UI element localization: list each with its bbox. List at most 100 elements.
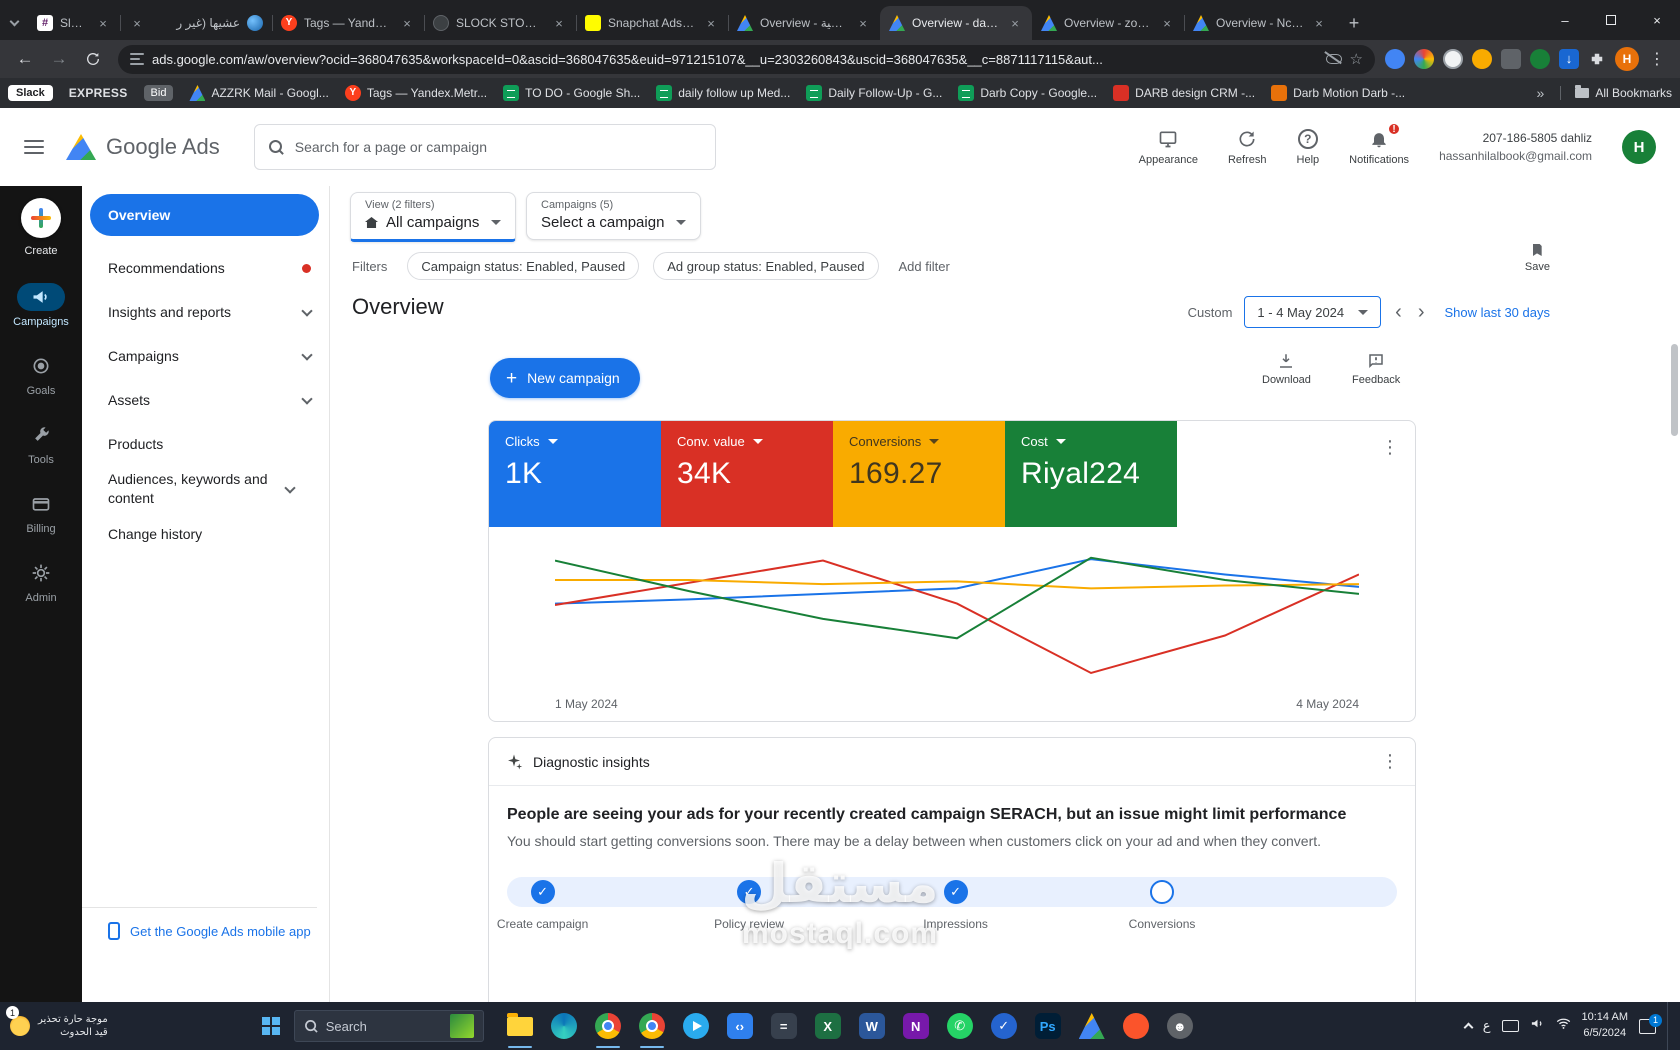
bookmark-yandex-tags[interactable]: Tags — Yandex.Metr...	[344, 85, 487, 101]
taskbar-search-box[interactable]	[293, 1010, 484, 1042]
all-bookmarks-button[interactable]: All Bookmarks	[1560, 85, 1672, 100]
browser-tab-yandex-tags[interactable]: Tags — Yandex.Me... ×	[272, 6, 424, 40]
minimize-button[interactable]: –	[1542, 0, 1588, 40]
taskbar-photoshop-icon[interactable]: Ps	[1026, 1002, 1070, 1050]
diagnostic-menu-icon[interactable]: ⋮	[1381, 751, 1399, 772]
google-ads-logo[interactable]: Google Ads	[66, 134, 220, 160]
sidebar-item-overview[interactable]: Overview	[90, 194, 319, 236]
site-settings-icon[interactable]	[130, 53, 144, 65]
main-menu-icon[interactable]	[24, 140, 44, 154]
taskbar-google-ads-icon[interactable]	[1070, 1002, 1114, 1050]
download-button[interactable]: Download	[1262, 352, 1311, 386]
browser-tab-overview-zoba[interactable]: Overview - zoba - ×	[1032, 6, 1184, 40]
taskbar-todo-icon[interactable]: ✓	[982, 1002, 1026, 1050]
tab-close-icon[interactable]: ×	[1007, 15, 1023, 31]
taskbar-vscode-icon[interactable]: ‹›	[718, 1002, 762, 1050]
dropdown-caret-icon[interactable]	[547, 439, 558, 444]
sidebar-item-change-history[interactable]: Change history	[82, 512, 329, 556]
campaign-selector[interactable]: Campaigns (5) Select a campaign	[526, 192, 702, 240]
browser-menu-icon[interactable]: ⋮	[1648, 49, 1666, 69]
rail-item-goals[interactable]: Goals	[17, 352, 65, 397]
browser-tab-snapchat-ads[interactable]: Snapchat Ads Man... ×	[576, 6, 728, 40]
taskbar-onenote-icon[interactable]: N	[894, 1002, 938, 1050]
rail-item-tools[interactable]: Tools	[17, 421, 65, 466]
tab-close-icon[interactable]: ×	[1311, 15, 1327, 31]
browser-tab-arabic[interactable]: عشيها (غير ر ×	[120, 6, 272, 40]
tab-search-chevron-icon[interactable]	[0, 6, 28, 40]
extension-icon-6[interactable]	[1530, 49, 1550, 69]
taskbar-word-icon[interactable]: W	[850, 1002, 894, 1050]
extension-icon-4[interactable]	[1472, 49, 1492, 69]
news-weather-widget[interactable]: 1 موجة حارة تحذير قيد الحدوث	[0, 1002, 118, 1050]
bookmark-azzrk-mail[interactable]: AZZRK Mail - Googl...	[189, 85, 329, 101]
taskbar-chrome-profile-icon[interactable]	[630, 1002, 674, 1050]
metric-cost[interactable]: Cost Riyal224	[1005, 421, 1177, 527]
save-button[interactable]: Save	[1525, 242, 1550, 273]
bookmark-todo-sheet[interactable]: TO DO - Google Sh...	[503, 85, 640, 101]
taskbar-calculator-icon[interactable]: =	[762, 1002, 806, 1050]
extension-icon-5[interactable]	[1501, 49, 1521, 69]
bookmark-daily-follow-up-g[interactable]: Daily Follow-Up - G...	[806, 85, 942, 101]
browser-tab-slock-store[interactable]: SLOCK STORE — C... ×	[424, 6, 576, 40]
filter-chip-ad-group-status[interactable]: Ad group status: Enabled, Paused	[653, 252, 879, 280]
bookmark-darb-design-crm[interactable]: DARB design CRM -...	[1113, 85, 1255, 101]
tab-close-icon[interactable]: ×	[855, 15, 871, 31]
new-tab-button[interactable]: +	[1340, 9, 1368, 37]
sidebar-item-recommendations[interactable]: Recommendations	[82, 246, 329, 290]
extension-icon-3[interactable]	[1443, 49, 1463, 69]
feedback-button[interactable]: Feedback	[1352, 352, 1400, 386]
ads-search-input[interactable]	[294, 139, 701, 155]
taskbar-chrome-icon[interactable]	[586, 1002, 630, 1050]
extension-icon-2[interactable]	[1414, 49, 1434, 69]
bookmark-daily-follow-up-med[interactable]: daily follow up Med...	[656, 85, 790, 101]
account-avatar[interactable]: H	[1622, 130, 1656, 164]
bookmark-slack[interactable]: Slack	[8, 85, 53, 101]
account-info[interactable]: 207-186-5805 dahliz hassanhilalbook@gmai…	[1439, 129, 1592, 165]
forward-icon[interactable]: →	[44, 44, 74, 74]
bookmark-express[interactable]: EXPRESS	[69, 86, 128, 100]
bookmark-darb-copy[interactable]: Darb Copy - Google...	[958, 85, 1097, 101]
ads-search-box[interactable]	[253, 124, 716, 170]
bookmark-star-icon[interactable]: ☆	[1350, 50, 1363, 68]
metric-conversions[interactable]: Conversions 169.27	[833, 421, 1005, 527]
network-icon[interactable]	[1556, 1016, 1571, 1036]
taskbar-search-input[interactable]	[325, 1018, 442, 1034]
taskbar-contacts-icon[interactable]: ☻	[1158, 1002, 1202, 1050]
appearance-button[interactable]: Appearance	[1139, 128, 1198, 166]
scorecard-menu-icon[interactable]: ⋮	[1381, 437, 1399, 458]
prev-period-icon[interactable]: ‹	[1393, 301, 1404, 324]
tab-close-icon[interactable]: ×	[703, 15, 719, 31]
help-button[interactable]: ? Help	[1297, 128, 1319, 166]
close-button[interactable]: ×	[1634, 0, 1680, 40]
bookmark-bid[interactable]: Bid	[143, 85, 174, 101]
browser-profile-avatar[interactable]: H	[1615, 47, 1639, 71]
view-selector[interactable]: View (2 filters) All campaigns	[350, 192, 517, 242]
language-indicator[interactable]: ع	[1483, 1018, 1491, 1034]
sidebar-item-insights-reports[interactable]: Insights and reports	[82, 290, 329, 334]
show-desktop-button[interactable]	[1667, 1002, 1672, 1050]
hidden-icons-chevron[interactable]	[1463, 1022, 1474, 1033]
maximize-button[interactable]	[1588, 0, 1634, 40]
taskbar-whatsapp-icon[interactable]: ✆	[938, 1002, 982, 1050]
action-center-icon[interactable]: 1	[1639, 1013, 1662, 1034]
mobile-app-link[interactable]: Get the Google Ads mobile app	[82, 907, 317, 940]
date-range-selector[interactable]: 1 - 4 May 2024	[1244, 296, 1382, 328]
tab-close-icon[interactable]: ×	[129, 15, 145, 31]
new-campaign-button[interactable]: + New campaign	[490, 358, 640, 398]
page-scrollbar[interactable]	[1671, 344, 1678, 996]
taskbar-excel-icon[interactable]: X	[806, 1002, 850, 1050]
address-bar[interactable]: ads.google.com/aw/overview?ocid=36804763…	[118, 44, 1375, 74]
taskbar-file-explorer-icon[interactable]	[498, 1002, 542, 1050]
touch-keyboard-icon[interactable]	[1501, 1020, 1519, 1032]
dropdown-caret-icon[interactable]	[929, 439, 940, 444]
rail-item-billing[interactable]: Billing	[17, 490, 65, 535]
sidebar-item-campaigns[interactable]: Campaigns	[82, 334, 329, 378]
create-button[interactable]: Create	[21, 198, 61, 257]
tab-close-icon[interactable]: ×	[399, 15, 415, 31]
metric-clicks[interactable]: Clicks 1K	[489, 421, 661, 527]
add-filter-button[interactable]: Add filter	[899, 259, 950, 274]
scrollbar-thumb[interactable]	[1671, 344, 1678, 436]
refresh-button[interactable]: Refresh	[1228, 128, 1267, 166]
search-highlight-thumbnail[interactable]	[449, 1014, 474, 1038]
extensions-puzzle-icon[interactable]	[1588, 50, 1606, 68]
